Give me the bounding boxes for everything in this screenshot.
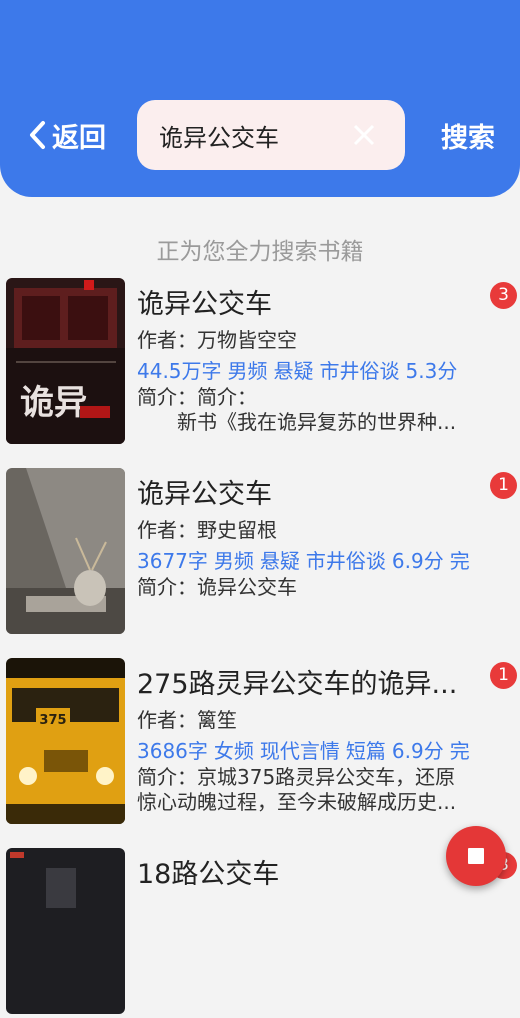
tag-genre: 悬疑 [259,549,300,573]
book-title: 275路灵异公交车的诡异... [137,669,458,700]
book-list-item[interactable]: 诡异公交车 作者：野史留根 3677字 男频 悬疑 市井俗谈 6.9分完 简介：诡异公交… [0,468,520,638]
book-author: 作者：万物皆空空 [137,328,297,352]
source-count-badge: 1 [490,472,517,499]
tag-word-count: 3686字 [137,739,208,763]
tag-subgenre: 短篇 [345,739,386,763]
search-status-text: 正为您全力搜索书籍 [156,239,364,265]
intro-line: 简介：诡异公交车 [137,575,297,599]
tag-score: 6.9分 [391,739,444,763]
tag-score: 6.9分 [391,549,444,573]
book-cover: 诡异 [6,278,125,444]
intro-line: 简介：简介： [137,385,257,409]
tag-status: 完 [449,549,470,573]
tag-subgenre: 市井俗谈 [319,359,400,383]
intro-line: 惊心动魄过程，至今未破解成历史... [137,790,457,814]
book-tags: 3677字 男频 悬疑 市井俗谈 6.9分完 [137,545,474,574]
tag-genre: 悬疑 [273,359,314,383]
top-app-bar: 返回 搜索 [0,0,520,197]
book-list-item[interactable]: 18路公交车 3 [0,848,520,1018]
book-title: 18路公交车 [137,859,280,890]
intro-line: 新书《我在诡异复苏的世界种... [137,410,457,434]
book-intro: 简介：简介： 新书《我在诡异复苏的世界种... [137,385,479,435]
stop-icon [468,848,484,864]
book-list-item[interactable]: 375 275路灵异公交车的诡异... 作者：篱笙 3686字 女频 现代言情 短篇 6… [0,658,520,828]
tag-subgenre: 市井俗谈 [305,549,386,573]
tag-genre: 现代言情 [259,739,340,763]
tag-channel: 男频 [213,549,254,573]
clear-icon[interactable] [351,122,377,148]
book-list-item[interactable]: 诡异 诡异公交车 作者：万物皆空空 44.5万字 男频 悬疑 市井俗谈 5.3分 简介：… [0,278,520,448]
tag-word-count: 3677字 [137,549,208,573]
back-button[interactable]: 返回 [28,112,106,158]
source-count-badge: 1 [490,662,517,689]
cover-title-art: 诡异 [20,383,88,423]
tag-word-count: 44.5万字 [137,359,222,383]
tag-channel: 男频 [227,359,268,383]
book-title: 诡异公交车 [137,289,272,320]
book-intro: 简介：诡异公交车 [137,575,479,600]
search-input[interactable] [159,100,359,170]
book-cover: 375 [6,658,125,824]
chevron-left-icon [30,121,45,149]
book-title: 诡异公交车 [137,479,272,510]
cover-route-number: 375 [39,713,66,728]
tag-status: 完 [449,739,470,763]
book-tags: 3686字 女频 现代言情 短篇 6.9分完 [137,735,474,764]
book-tags: 44.5万字 男频 悬疑 市井俗谈 5.3分 [137,355,474,384]
book-author: 作者：野史留根 [137,518,277,542]
book-author: 作者：篱笙 [137,708,237,732]
book-cover [6,848,125,1014]
search-box[interactable] [137,100,405,170]
stop-search-button[interactable] [446,826,506,886]
tag-channel: 女频 [213,739,254,763]
source-count-badge: 3 [490,282,517,309]
tag-score: 5.3分 [405,359,458,383]
book-cover [6,468,125,634]
intro-line: 简介：京城375路灵异公交车，还原 [137,765,456,789]
search-button[interactable]: 搜索 [441,116,495,155]
book-intro: 简介：京城375路灵异公交车，还原 惊心动魄过程，至今未破解成历史... [137,765,479,815]
back-label: 返回 [52,122,106,154]
